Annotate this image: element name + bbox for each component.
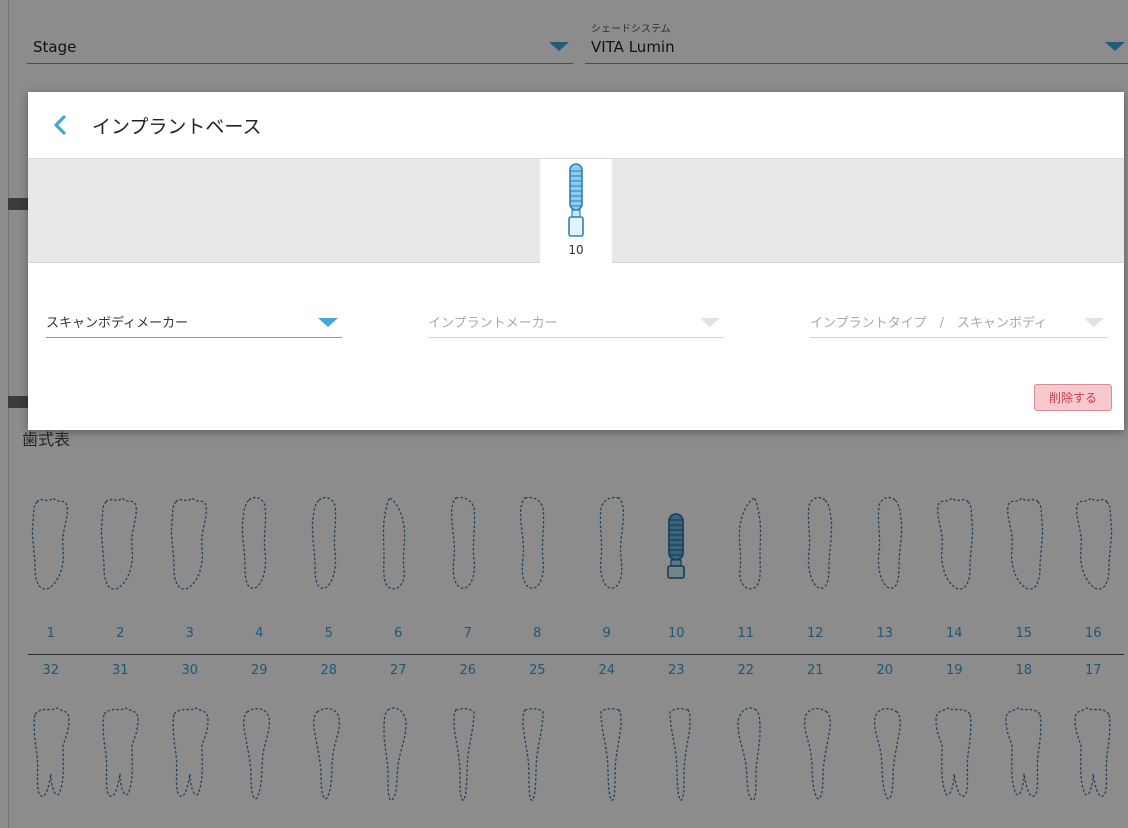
scan-body-maker-value: スキャンボディメーカー (46, 316, 189, 331)
implant-type-placeholder: インプラントタイプ / スキャンボディ (810, 316, 1048, 331)
delete-button[interactable]: 削除する (1034, 384, 1112, 411)
dialog-header: インプラントベース (28, 92, 1124, 158)
implant-maker-placeholder: インプラントメーカー (428, 316, 558, 331)
dialog-title: インプラントベース (92, 115, 262, 138)
implant-icon (568, 163, 584, 237)
implant-type-dropdown[interactable]: インプラントタイプ / スキャンボディ (810, 300, 1108, 338)
scan-body-maker-dropdown[interactable]: スキャンボディメーカー (46, 300, 342, 338)
selected-tooth-strip: 10 (28, 158, 1124, 263)
selected-tooth-number: 10 (568, 243, 584, 257)
chevron-down-icon (318, 318, 338, 327)
selected-tooth-tile[interactable]: 10 (540, 159, 612, 263)
implant-maker-dropdown[interactable]: インプラントメーカー (428, 300, 724, 338)
implant-base-dialog: インプラントベース 10 スキャンボディメーカー インプラントメーカー インプラ… (28, 92, 1124, 430)
chevron-down-icon (700, 318, 720, 327)
back-button[interactable] (46, 111, 74, 139)
chevron-left-icon (54, 115, 66, 135)
chevron-down-icon (1084, 318, 1104, 327)
